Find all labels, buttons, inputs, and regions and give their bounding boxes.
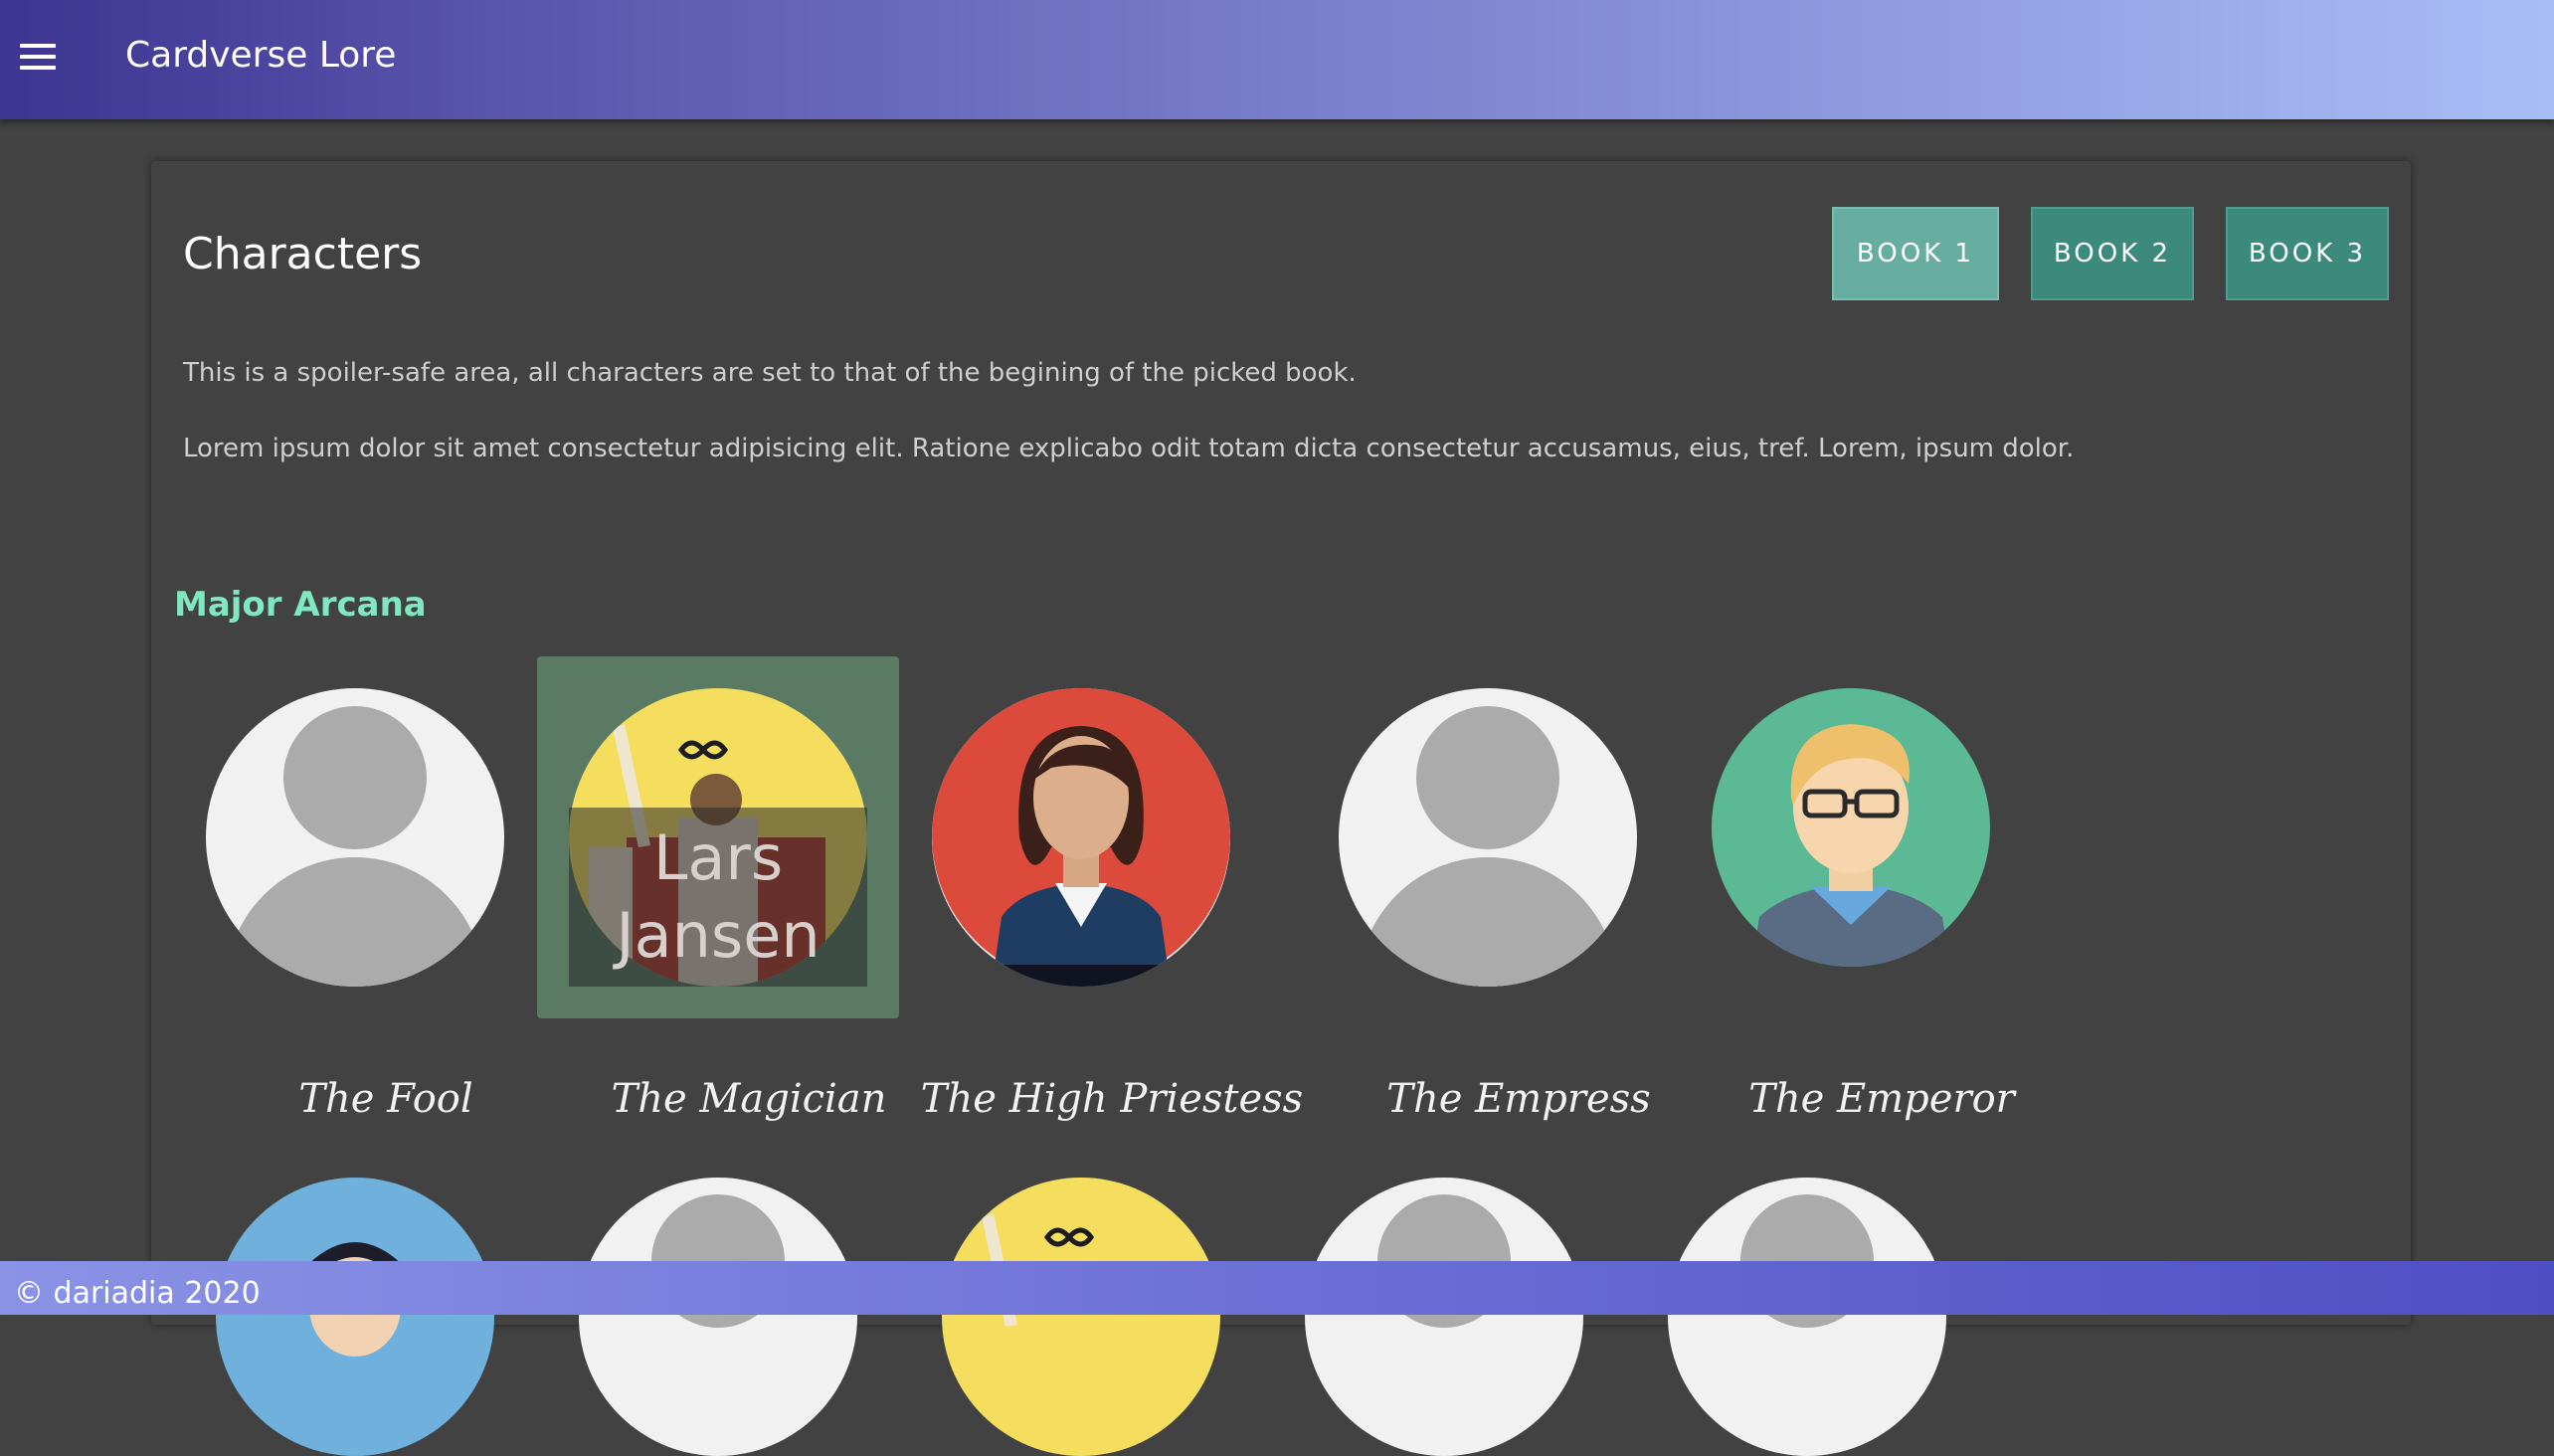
intro-text: Lorem ipsum dolor sit amet consectetur a… bbox=[183, 434, 2075, 463]
magician-tarot-icon bbox=[942, 1178, 1220, 1456]
character-card-the-emperor[interactable]: The Emperor bbox=[1712, 688, 2015, 1122]
character-card-row2-5[interactable] bbox=[1668, 1178, 1946, 1456]
character-card-the-fool[interactable]: The Fool bbox=[206, 688, 504, 1122]
character-card-row2-4[interactable] bbox=[1305, 1178, 1583, 1456]
character-card-row2-2[interactable] bbox=[579, 1178, 857, 1456]
placeholder-person-icon bbox=[1668, 1178, 1946, 1456]
hamburger-menu-icon[interactable] bbox=[18, 40, 58, 76]
book-2-button[interactable]: BOOK 2 bbox=[2031, 207, 2194, 300]
placeholder-person-icon bbox=[1305, 1178, 1583, 1456]
man-avatar-icon bbox=[216, 1178, 494, 1456]
footer-copyright: © dariadia 2020 bbox=[14, 1276, 261, 1311]
woman-avatar-icon bbox=[932, 688, 1230, 987]
book-3-button[interactable]: BOOK 3 bbox=[2226, 207, 2389, 300]
character-hover-label: Lars Jansen bbox=[569, 808, 867, 987]
app-bar: Cardverse Lore bbox=[0, 0, 2554, 119]
placeholder-person-icon bbox=[206, 688, 504, 987]
characters-card: Characters BOOK 1 BOOK 2 BOOK 3 This is … bbox=[151, 161, 2411, 1456]
footer: © dariadia 2020 bbox=[0, 1261, 2554, 1315]
character-card-row2-1[interactable] bbox=[216, 1178, 494, 1456]
page-title: Characters bbox=[183, 229, 423, 279]
man-glasses-avatar-icon bbox=[1712, 688, 1990, 967]
character-card-the-empress[interactable]: The Empress bbox=[1339, 688, 1651, 1122]
placeholder-person-icon bbox=[1339, 688, 1637, 987]
book-1-button[interactable]: BOOK 1 bbox=[1832, 207, 1999, 300]
character-name: The Emperor bbox=[1748, 1076, 2015, 1122]
character-card-the-high-priestess[interactable]: The High Priestess bbox=[921, 688, 1303, 1122]
group-title: Major Arcana bbox=[174, 585, 427, 625]
character-card-row2-3[interactable] bbox=[942, 1178, 1220, 1456]
character-card-the-magician[interactable]: Lars Jansen The Magician bbox=[569, 688, 886, 1122]
app-title: Cardverse Lore bbox=[125, 35, 397, 76]
spoiler-notice: This is a spoiler-safe area, all charact… bbox=[183, 358, 1357, 388]
placeholder-person-icon bbox=[579, 1178, 857, 1456]
